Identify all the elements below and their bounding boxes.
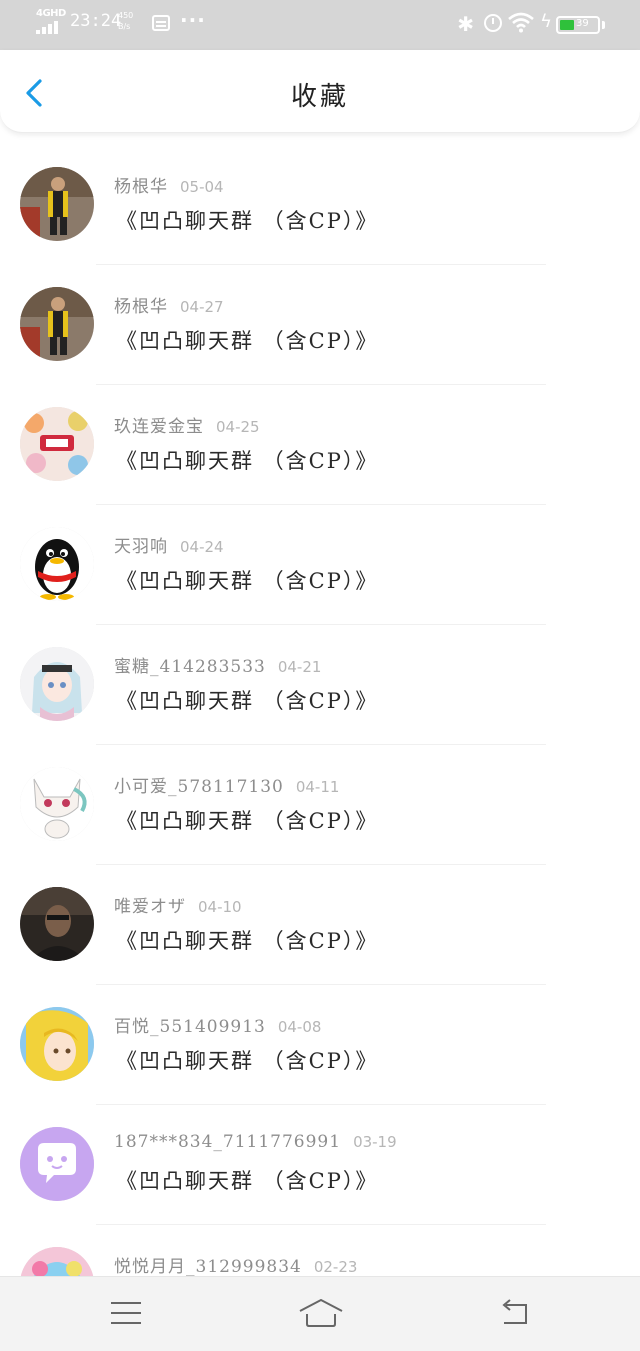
avatar — [20, 767, 94, 841]
item-date: 02-23 — [313, 1258, 358, 1276]
menu-icon — [111, 1302, 141, 1324]
avatar — [20, 287, 94, 361]
signal-icon — [36, 20, 62, 34]
battery-icon: 39 — [556, 16, 600, 34]
item-date: 04-08 — [277, 1018, 322, 1036]
sender-name: 杨根华 — [114, 177, 168, 197]
avatar — [20, 167, 94, 241]
clock: 23:24 — [70, 11, 122, 31]
list-item[interactable]: 唯爱オザ 04-10 《凹凸聊天群 （含CP）》 — [0, 865, 640, 985]
wifi-icon — [508, 12, 534, 33]
list-item[interactable]: 杨根华 04-27 《凹凸聊天群 （含CP）》 — [0, 265, 640, 385]
list-item[interactable]: 百悦_551409913 04-08 《凹凸聊天群 （含CP）》 — [0, 985, 640, 1105]
avatar — [20, 1127, 94, 1201]
sender-row: 玖连爱金宝 04-25 — [114, 412, 260, 437]
more-dots-icon: ··· — [180, 8, 206, 32]
network-speed: 450 B/s — [118, 11, 134, 31]
list-item[interactable]: 187***834_7111776991 03-19 《凹凸聊天群 （含CP）》 — [0, 1105, 640, 1225]
sender-row: 唯爱オザ 04-10 — [114, 892, 242, 917]
item-title: 《凹凸聊天群 （含CP）》 — [116, 449, 379, 473]
sender-row: 蜜糖_414283533 04-21 — [114, 652, 321, 677]
item-date: 04-27 — [180, 298, 224, 316]
notification-box-icon — [152, 15, 170, 31]
alarm-icon — [484, 14, 502, 32]
list-item[interactable]: 蜜糖_414283533 04-21 《凹凸聊天群 （含CP）》 — [0, 625, 640, 745]
status-bar: 4GHD 23:24 450 B/s ··· ✱ ϟ 39 — [0, 0, 640, 50]
item-date: 04-10 — [198, 898, 242, 916]
item-date: 04-21 — [277, 658, 322, 676]
item-date: 04-11 — [295, 778, 340, 796]
item-title: 《凹凸聊天群 （含CP）》 — [116, 929, 379, 953]
favorites-list: 杨根华 05-04 《凹凸聊天群 （含CP）》 杨根华 04-27 《凹凸聊天群 （含CP… — [0, 145, 640, 1345]
battery-tip — [602, 21, 605, 29]
sender-row: 杨根华 05-04 — [114, 172, 224, 197]
item-title: 《凹凸聊天群 （含CP）》 — [116, 809, 379, 833]
sender-row: 天羽响 04-24 — [114, 532, 224, 557]
network-type: 4GHD — [36, 8, 66, 19]
sender-name: 唯爱オザ — [114, 897, 186, 917]
item-title: 《凹凸聊天群 （含CP）》 — [116, 1049, 379, 1073]
favorites-screen: 4GHD 23:24 450 B/s ··· ✱ ϟ 39 收藏 杨根华 05-… — [0, 0, 640, 1351]
item-date: 03-19 — [353, 1133, 397, 1151]
item-title: 《凹凸聊天群 （含CP）》 — [116, 1169, 379, 1193]
sender-name: 百悦_551409913 — [114, 1017, 266, 1037]
sender-name: 187***834_7111776991 — [114, 1132, 342, 1152]
list-item[interactable]: 天羽响 04-24 《凹凸聊天群 （含CP）》 — [0, 505, 640, 625]
sender-row: 悦悦月月_312999834 02-23 — [114, 1252, 357, 1277]
sender-name: 天羽响 — [114, 537, 168, 557]
back-icon — [502, 1299, 527, 1324]
charging-icon: ϟ — [540, 11, 552, 32]
item-title: 《凹凸聊天群 （含CP）》 — [116, 689, 379, 713]
bluetooth-icon: ✱ — [457, 12, 474, 36]
item-date: 05-04 — [180, 178, 224, 196]
list-item[interactable]: 玖连爱金宝 04-25 《凹凸聊天群 （含CP）》 — [0, 385, 640, 505]
back-nav-button[interactable] — [496, 1297, 536, 1333]
sender-name: 杨根华 — [114, 297, 168, 317]
system-nav-bar — [0, 1276, 640, 1351]
list-item[interactable]: 杨根华 05-04 《凹凸聊天群 （含CP）》 — [0, 145, 640, 265]
sender-name: 蜜糖_414283533 — [114, 657, 266, 677]
item-date: 04-24 — [180, 538, 224, 556]
list-item[interactable]: 小可爱_578117130 04-11 《凹凸聊天群 （含CP）》 — [0, 745, 640, 865]
header: 收藏 — [0, 50, 640, 133]
home-icon — [299, 1299, 343, 1327]
avatar — [20, 887, 94, 961]
avatar — [20, 1007, 94, 1081]
sender-name: 悦悦月月_312999834 — [114, 1257, 302, 1277]
sender-row: 杨根华 04-27 — [114, 292, 224, 317]
item-title: 《凹凸聊天群 （含CP）》 — [116, 209, 379, 233]
sender-row: 187***834_7111776991 03-19 — [114, 1132, 397, 1152]
sender-name: 玖连爱金宝 — [114, 417, 204, 437]
item-title: 《凹凸聊天群 （含CP）》 — [116, 329, 379, 353]
sender-name: 小可爱_578117130 — [114, 777, 284, 797]
avatar — [20, 647, 94, 721]
sender-row: 百悦_551409913 04-08 — [114, 1012, 321, 1037]
avatar — [20, 527, 94, 601]
item-date: 04-25 — [216, 418, 260, 436]
home-button[interactable] — [298, 1297, 344, 1333]
page-title: 收藏 — [290, 82, 349, 112]
battery-level: 39 — [576, 18, 589, 29]
item-title: 《凹凸聊天群 （含CP）》 — [116, 569, 379, 593]
avatar — [20, 407, 94, 481]
menu-button[interactable] — [108, 1297, 148, 1333]
sender-row: 小可爱_578117130 04-11 — [114, 772, 339, 797]
